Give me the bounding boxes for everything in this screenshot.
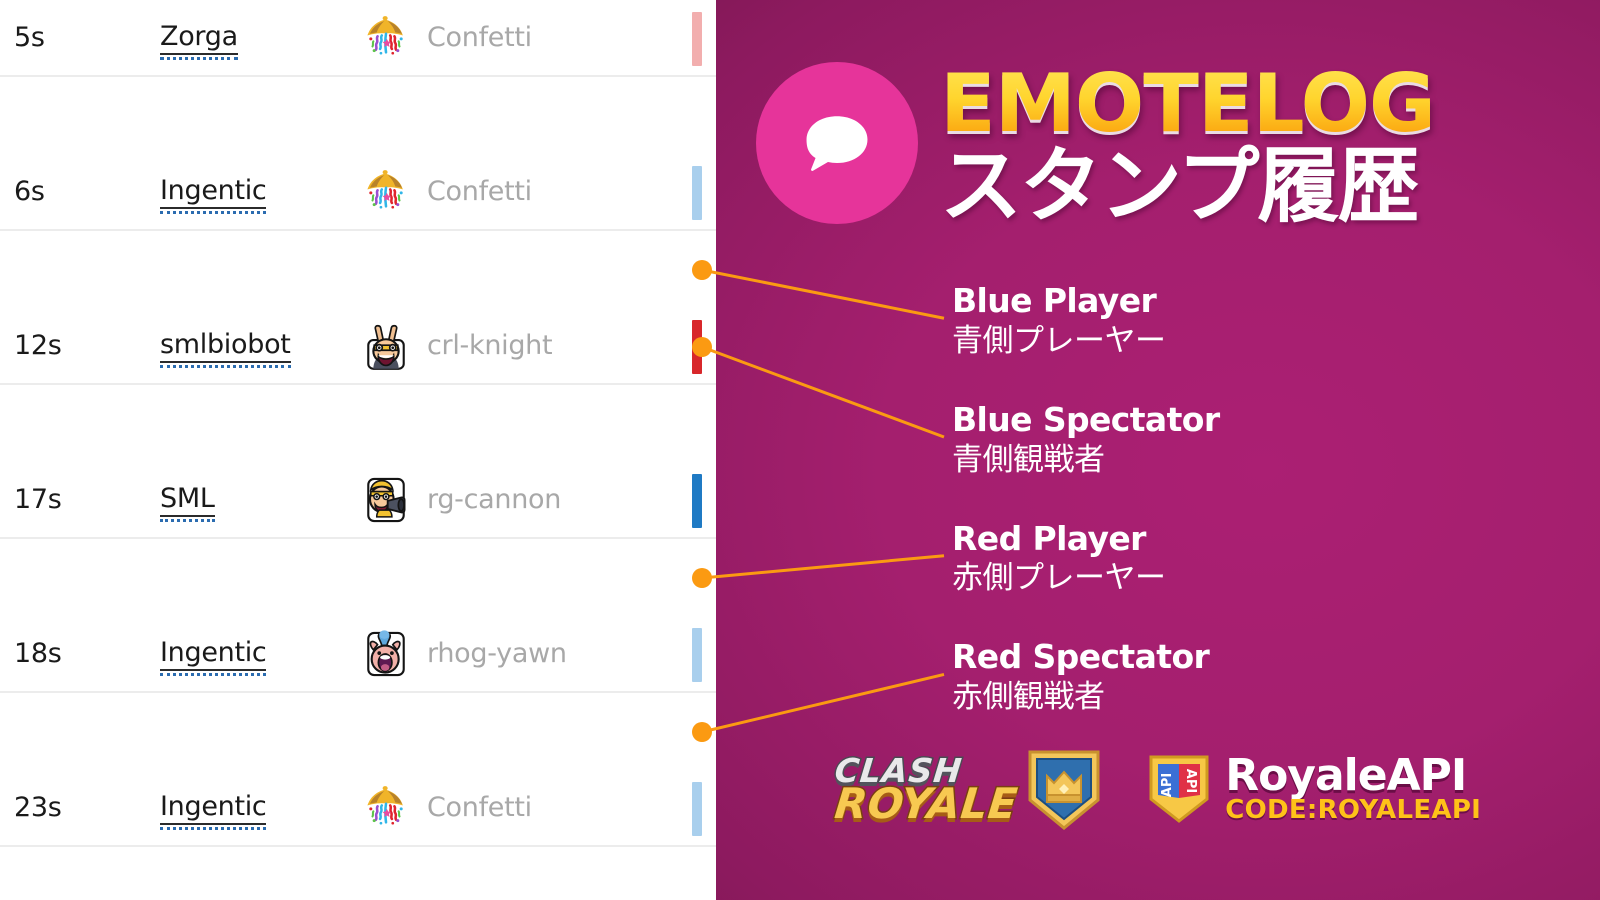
- row-timestamp: 17s: [14, 484, 62, 515]
- player-name-link[interactable]: SML: [160, 483, 215, 522]
- row-player-name[interactable]: Ingentic: [160, 791, 345, 830]
- team-color-bar: [692, 474, 702, 528]
- row-player-name[interactable]: smlbiobot: [160, 329, 345, 368]
- legend-label-en: Red Player: [952, 518, 1146, 558]
- legend-label-en: Blue Player: [952, 281, 1157, 320]
- player-name-link[interactable]: Zorga: [160, 21, 238, 60]
- row-timestamp: 6s: [14, 176, 45, 207]
- row-emote-name: Confetti: [427, 22, 532, 53]
- table-row[interactable]: 6s Ingentic Confetti: [0, 154, 716, 231]
- emotelog-overlay: 5s Zorga Confetti 6s Ingentic Confetti 12s smlb…: [0, 0, 1600, 900]
- row-timestamp: 5s: [14, 22, 45, 53]
- legend-label-jp: 赤側プレーヤー: [952, 560, 1166, 597]
- legend-item: Blue Player 青側プレーヤー: [952, 281, 1552, 361]
- royaleapi-code: CODE:ROYALEAPI: [1225, 795, 1482, 826]
- legend-item: Red Player 赤側プレーヤー: [952, 518, 1552, 599]
- team-color-bar: [692, 320, 702, 374]
- footer-logos: CLASH ROYALE API API RoyaleAPI CODE:ROYA…: [716, 746, 1600, 832]
- legend: Blue Player 青側プレーヤー Blue Spectator 青側観戦者 Red…: [952, 281, 1552, 717]
- table-row[interactable]: 12s smlbiobot crl-knight: [0, 308, 716, 385]
- table-row[interactable]: 18s Ingentic rhog-yawn: [0, 616, 716, 693]
- table-row[interactable]: 5s Zorga Confetti: [0, 0, 716, 77]
- legend-label-en: Red Spectator: [952, 637, 1210, 677]
- row-timestamp: 12s: [14, 330, 62, 361]
- royaleapi-logo: API API RoyaleAPI CODE:ROYALEAPI: [1147, 752, 1481, 826]
- rhog-yawn-emote: [345, 627, 427, 681]
- team-color-bar: [692, 12, 702, 66]
- royaleapi-name: RoyaleAPI: [1225, 749, 1467, 801]
- royaleapi-shield-icon: API API: [1149, 755, 1209, 823]
- page-subtitle: スタンプ履歴: [940, 138, 1420, 234]
- team-color-bar: [692, 782, 702, 836]
- chat-bubble-icon: [756, 62, 918, 224]
- title-stack: EMOTELOG スタンプ履歴: [940, 62, 1436, 234]
- row-timestamp: 18s: [14, 638, 62, 669]
- confetti-emote: [345, 11, 427, 65]
- clash-royale-logo: CLASH ROYALE: [831, 746, 1103, 832]
- row-player-name[interactable]: Zorga: [160, 21, 345, 60]
- team-color-bar: [692, 628, 702, 682]
- legend-item: Blue Spectator 青側観戦者: [952, 399, 1552, 480]
- table-row[interactable]: 23s Ingentic Confetti: [0, 770, 716, 847]
- brand-header: EMOTELOG スタンプ履歴: [756, 62, 1436, 234]
- confetti-emote: [345, 781, 427, 835]
- crl-knight-emote: [345, 319, 427, 373]
- row-timestamp: 23s: [14, 792, 62, 823]
- crown-shield-icon: [1028, 750, 1100, 830]
- legend-label-jp: 青側観戦者: [952, 441, 1105, 478]
- legend-label-jp: 赤側観戦者: [952, 679, 1105, 716]
- rg-cannon-emote: [345, 473, 427, 527]
- row-emote-name: Confetti: [427, 176, 532, 207]
- row-emote-name: rhog-yawn: [427, 638, 567, 669]
- row-player-name[interactable]: Ingentic: [160, 637, 345, 676]
- info-panel: EMOTELOG スタンプ履歴 Blue Player 青側プレーヤー Blue S…: [716, 0, 1600, 900]
- legend-label-en: Blue Spectator: [952, 399, 1220, 439]
- row-player-name[interactable]: SML: [160, 483, 345, 522]
- team-color-bar: [692, 166, 702, 220]
- svg-text:API: API: [1183, 769, 1198, 793]
- page-title: EMOTELOG: [940, 57, 1436, 150]
- legend-label-jp: 青側プレーヤー: [952, 322, 1166, 359]
- row-emote-name: Confetti: [427, 792, 532, 823]
- confetti-emote: [345, 165, 427, 219]
- row-emote-name: rg-cannon: [427, 484, 562, 515]
- player-name-link[interactable]: Ingentic: [160, 175, 267, 214]
- player-name-link[interactable]: Ingentic: [160, 791, 267, 830]
- player-name-link[interactable]: Ingentic: [160, 637, 267, 676]
- legend-item: Red Spectator 赤側観戦者: [952, 637, 1552, 717]
- player-name-link[interactable]: smlbiobot: [160, 329, 291, 368]
- row-player-name[interactable]: Ingentic: [160, 175, 345, 214]
- row-emote-name: crl-knight: [427, 330, 553, 361]
- table-row[interactable]: 17s SML rg-cannon: [0, 462, 716, 539]
- clash-royale-logo-bottom: ROYALE: [831, 777, 1021, 829]
- emote-log-list[interactable]: 5s Zorga Confetti 6s Ingentic Confetti 12s smlb…: [0, 0, 716, 900]
- svg-text:API: API: [1160, 773, 1175, 797]
